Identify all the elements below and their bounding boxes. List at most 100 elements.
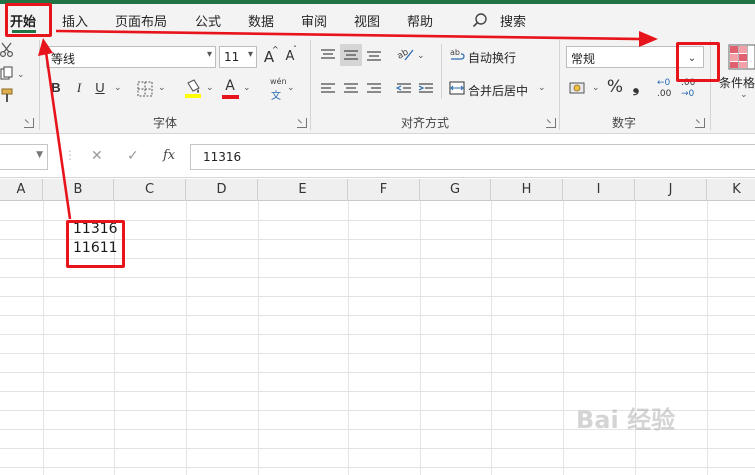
copy-icon[interactable] [0, 66, 14, 82]
increase-indent-icon[interactable] [418, 82, 434, 96]
annotation-box-home-tab [5, 3, 52, 37]
fill-color-icon[interactable] [184, 79, 202, 99]
column-gridline [186, 201, 187, 475]
borders-icon[interactable] [137, 81, 153, 97]
conditional-formatting-dropdown-icon[interactable]: ⌄ [740, 90, 748, 100]
percent-button[interactable]: % [606, 76, 624, 98]
column-gridline [491, 201, 492, 475]
font-name-combo[interactable]: 等线 ▾ [46, 46, 216, 68]
column-header-b[interactable]: B [43, 179, 114, 201]
cancel-icon[interactable]: ✕ [91, 148, 103, 164]
column-header-d[interactable]: D [186, 179, 258, 201]
cut-icon[interactable] [0, 42, 14, 58]
number-group-label: 数字 [612, 116, 637, 130]
bold-button[interactable]: B [49, 77, 63, 99]
number-launcher-icon[interactable] [695, 118, 705, 128]
column-gridline [707, 201, 708, 475]
phonetic-bottom[interactable]: 文 [271, 87, 281, 102]
column-header-i[interactable]: I [563, 179, 635, 201]
conditional-formatting-button[interactable]: 条件格 [719, 74, 755, 91]
ribbon-tabs: 开始 插入 页面布局 公式 数据 审阅 视图 帮助 搜索 [0, 4, 755, 34]
svg-text:ab: ab [450, 48, 460, 57]
decrease-indent-icon[interactable] [396, 82, 412, 96]
tab-help[interactable]: 帮助 [407, 11, 433, 30]
search-icon[interactable] [472, 12, 488, 28]
enter-icon[interactable]: ✓ [127, 148, 139, 164]
group-separator [441, 44, 442, 99]
column-gridline [348, 201, 349, 475]
accounting-dropdown-icon[interactable]: ⌄ [592, 83, 600, 93]
merge-center-button[interactable]: 合并后居中 [468, 82, 528, 99]
align-top-icon[interactable] [320, 48, 336, 62]
alignment-group-label: 对齐方式 [401, 116, 450, 130]
name-box[interactable]: ▼ [0, 144, 48, 170]
tab-review[interactable]: 审阅 [301, 11, 327, 30]
merge-center-icon[interactable] [449, 80, 465, 96]
column-header-g[interactable]: G [420, 179, 491, 201]
clipboard-launcher-icon[interactable] [24, 118, 34, 128]
format-painter-icon[interactable] [0, 88, 14, 104]
underline-button[interactable]: U [93, 77, 107, 99]
column-gridline [43, 201, 44, 475]
chevron-down-icon[interactable]: ▼ [36, 150, 43, 160]
align-center-icon[interactable] [343, 82, 359, 96]
alignment-launcher-icon[interactable] [546, 118, 556, 128]
font-launcher-icon[interactable] [297, 118, 307, 128]
conditional-formatting-icon[interactable] [728, 44, 755, 70]
font-name-value: 等线 [51, 52, 76, 66]
formula-input[interactable]: 11316 [190, 144, 755, 170]
wrap-text-icon[interactable]: ab [449, 47, 465, 63]
underline-dropdown-icon[interactable]: ⌄ [114, 83, 122, 93]
more-vertical-icon: ⋮ [64, 148, 76, 162]
increase-decimal-button[interactable]: ←0 .00 [657, 78, 677, 102]
inc-decimal-top: ←0 [657, 78, 671, 88]
align-right-icon[interactable] [366, 82, 382, 96]
group-separator [559, 40, 560, 130]
font-color-dropdown-icon[interactable]: ⌄ [243, 83, 251, 93]
tab-data[interactable]: 数据 [248, 11, 274, 30]
column-header-c[interactable]: C [114, 179, 186, 201]
column-header-a[interactable]: A [0, 179, 43, 201]
column-header-h[interactable]: H [491, 179, 563, 201]
column-header-j[interactable]: J [635, 179, 707, 201]
tab-page-layout[interactable]: 页面布局 [115, 11, 167, 30]
tab-view[interactable]: 视图 [354, 11, 380, 30]
accounting-format-icon[interactable] [569, 80, 587, 96]
font-size-combo[interactable]: 11 ▾ [219, 46, 257, 68]
font-color-button[interactable]: A [222, 75, 238, 97]
copy-dropdown-icon[interactable]: ⌄ [17, 70, 25, 80]
tab-search[interactable]: 搜索 [500, 11, 526, 30]
merge-dropdown-icon[interactable]: ⌄ [538, 83, 546, 93]
font-size-value: 11 [224, 50, 240, 64]
font-color-bar [222, 95, 239, 99]
chevron-down-icon: ▾ [206, 49, 212, 60]
align-bottom-icon[interactable] [366, 48, 382, 62]
column-header-k[interactable]: K [707, 179, 755, 201]
svg-text:ab: ab [396, 47, 411, 61]
column-header-f[interactable]: F [348, 179, 420, 201]
phonetic-top[interactable]: wén [270, 77, 287, 86]
orientation-dropdown-icon[interactable]: ⌄ [417, 51, 425, 61]
column-header-e[interactable]: E [258, 179, 348, 201]
shrink-caret-icon: ˇ [293, 45, 297, 54]
borders-dropdown-icon[interactable]: ⌄ [158, 83, 166, 93]
font-group-label: 字体 [153, 116, 178, 130]
orientation-icon[interactable]: ab [396, 46, 414, 62]
column-gridline [420, 201, 421, 475]
group-separator [39, 40, 40, 130]
wrap-text-button[interactable]: 自动换行 [468, 49, 516, 66]
comma-style-button[interactable]: ❟ [629, 76, 643, 98]
fill-color-dropdown-icon[interactable]: ⌄ [206, 83, 214, 93]
tab-insert[interactable]: 插入 [62, 11, 88, 30]
phonetic-dropdown-icon[interactable]: ⌄ [287, 83, 295, 93]
tab-formulas[interactable]: 公式 [195, 11, 221, 30]
column-gridline [258, 201, 259, 475]
insert-function-icon[interactable]: fx [163, 148, 175, 163]
group-separator [310, 40, 311, 130]
inc-decimal-bottom: .00 [657, 89, 672, 99]
formula-bar: ▼ ⋮ ✕ ✓ fx 11316 [0, 134, 755, 178]
italic-button[interactable]: I [72, 77, 86, 99]
align-left-icon[interactable] [320, 82, 336, 96]
chevron-down-icon: ▾ [247, 49, 253, 60]
align-middle-button[interactable] [340, 44, 362, 66]
